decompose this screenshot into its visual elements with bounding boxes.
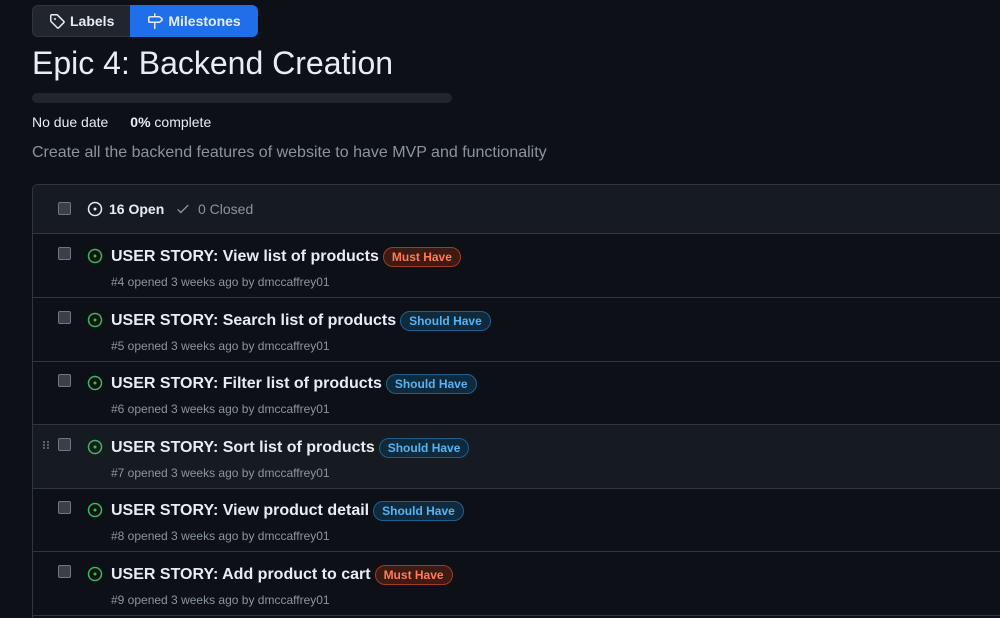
issue-checkbox[interactable] — [58, 565, 71, 578]
milestone-icon — [148, 13, 164, 29]
issue-row[interactable]: USER STORY: Sort list of products Should … — [33, 425, 1000, 489]
labels-milestones-switcher: Labels Milestones — [32, 5, 258, 37]
issue-open-icon — [87, 439, 103, 455]
issues-list-header: 16 Open 0 Closed — [33, 185, 1000, 234]
check-icon — [177, 204, 189, 214]
issue-meta: #4 opened 3 weeks ago by dmccaffrey01 — [111, 275, 330, 289]
milestones-tab[interactable]: Milestones — [130, 5, 258, 37]
issue-row[interactable]: USER STORY: View product detail Should Ha… — [33, 488, 1000, 552]
milestone-progress-bar — [32, 93, 452, 103]
closed-issues-filter[interactable]: 0 Closed — [176, 201, 253, 217]
milestone-meta: No due date 0% complete — [32, 114, 211, 130]
issue-open-icon — [87, 248, 103, 264]
issue-meta: #6 opened 3 weeks ago by dmccaffrey01 — [111, 402, 330, 416]
issue-title-text[interactable]: USER STORY: Sort list of products — [111, 439, 375, 457]
select-all-checkbox[interactable] — [58, 202, 71, 215]
issue-title-text[interactable]: USER STORY: Add product to cart — [111, 566, 371, 584]
completion-text: complete — [154, 114, 212, 130]
priority-label[interactable]: Should Have — [373, 501, 464, 521]
issue-open-icon — [87, 502, 103, 518]
due-date: No due date — [32, 114, 109, 130]
issue-meta: #7 opened 3 weeks ago by dmccaffrey01 — [111, 466, 330, 480]
issue-meta: #9 opened 3 weeks ago by dmccaffrey01 — [111, 593, 330, 607]
issue-row[interactable]: USER STORY: Add product to cart Must Have… — [33, 552, 1000, 616]
priority-label[interactable]: Should Have — [385, 374, 477, 394]
open-count-label: 16 Open — [109, 201, 165, 217]
issue-checkbox[interactable] — [58, 374, 71, 387]
labels-tab[interactable]: Labels — [32, 5, 131, 37]
tag-icon — [50, 14, 65, 29]
priority-label[interactable]: Must Have — [374, 565, 453, 585]
issue-open-icon — [87, 312, 103, 328]
completion-percent: 0% — [130, 114, 151, 130]
issue-title[interactable]: USER STORY: Search list of products Shoul… — [111, 311, 491, 331]
milestone-page: Labels Milestones Epic 4: Backend Creati… — [0, 0, 1000, 618]
issue-checkbox[interactable] — [58, 311, 71, 324]
issue-checkbox[interactable] — [58, 438, 71, 451]
issue-title-text[interactable]: USER STORY: Search list of products — [111, 312, 396, 330]
priority-label[interactable]: Must Have — [382, 247, 461, 267]
issue-title[interactable]: USER STORY: Add product to cart Must Have — [111, 565, 453, 585]
closed-count-label: 0 Closed — [198, 201, 254, 217]
issue-row[interactable]: USER STORY: View list of products Must Ha… — [33, 234, 1000, 298]
issue-title-text[interactable]: USER STORY: View product detail — [111, 502, 369, 520]
completion: 0% complete — [130, 114, 211, 130]
issue-title[interactable]: USER STORY: View product detail Should Ha… — [111, 501, 464, 521]
issue-checkbox[interactable] — [58, 501, 71, 514]
issue-open-icon — [87, 201, 103, 217]
milestone-title: Epic 4: Backend Creation — [32, 45, 394, 81]
milestone-description: Create all the backend features of websi… — [32, 144, 547, 161]
issue-title[interactable]: USER STORY: Sort list of products Should … — [111, 438, 470, 458]
open-issues-filter[interactable]: 16 Open — [87, 201, 164, 217]
issue-meta: #5 opened 3 weeks ago by dmccaffrey01 — [111, 339, 330, 353]
issue-meta: #8 opened 3 weeks ago by dmccaffrey01 — [111, 529, 330, 543]
issue-row[interactable]: USER STORY: Search list of products Shoul… — [33, 298, 1000, 362]
issue-title[interactable]: USER STORY: Filter list of products Shoul… — [111, 374, 477, 394]
drag-handle-icon[interactable] — [42, 440, 50, 450]
labels-tab-label: Labels — [70, 13, 115, 29]
issue-title[interactable]: USER STORY: View list of products Must Ha… — [111, 247, 461, 267]
issue-open-icon — [87, 566, 103, 582]
issue-checkbox[interactable] — [58, 247, 71, 260]
priority-label[interactable]: Should Have — [378, 438, 470, 458]
issue-title-text[interactable]: USER STORY: Filter list of products — [111, 375, 382, 393]
issue-open-icon — [87, 375, 103, 391]
issue-row[interactable]: USER STORY: Filter list of products Shoul… — [33, 361, 1000, 425]
priority-label[interactable]: Should Have — [400, 311, 491, 331]
issue-title-text[interactable]: USER STORY: View list of products — [111, 248, 379, 266]
issues-list: 16 Open 0 Closed USER STORY: View list o… — [32, 184, 1000, 618]
milestones-tab-label: Milestones — [168, 13, 241, 29]
